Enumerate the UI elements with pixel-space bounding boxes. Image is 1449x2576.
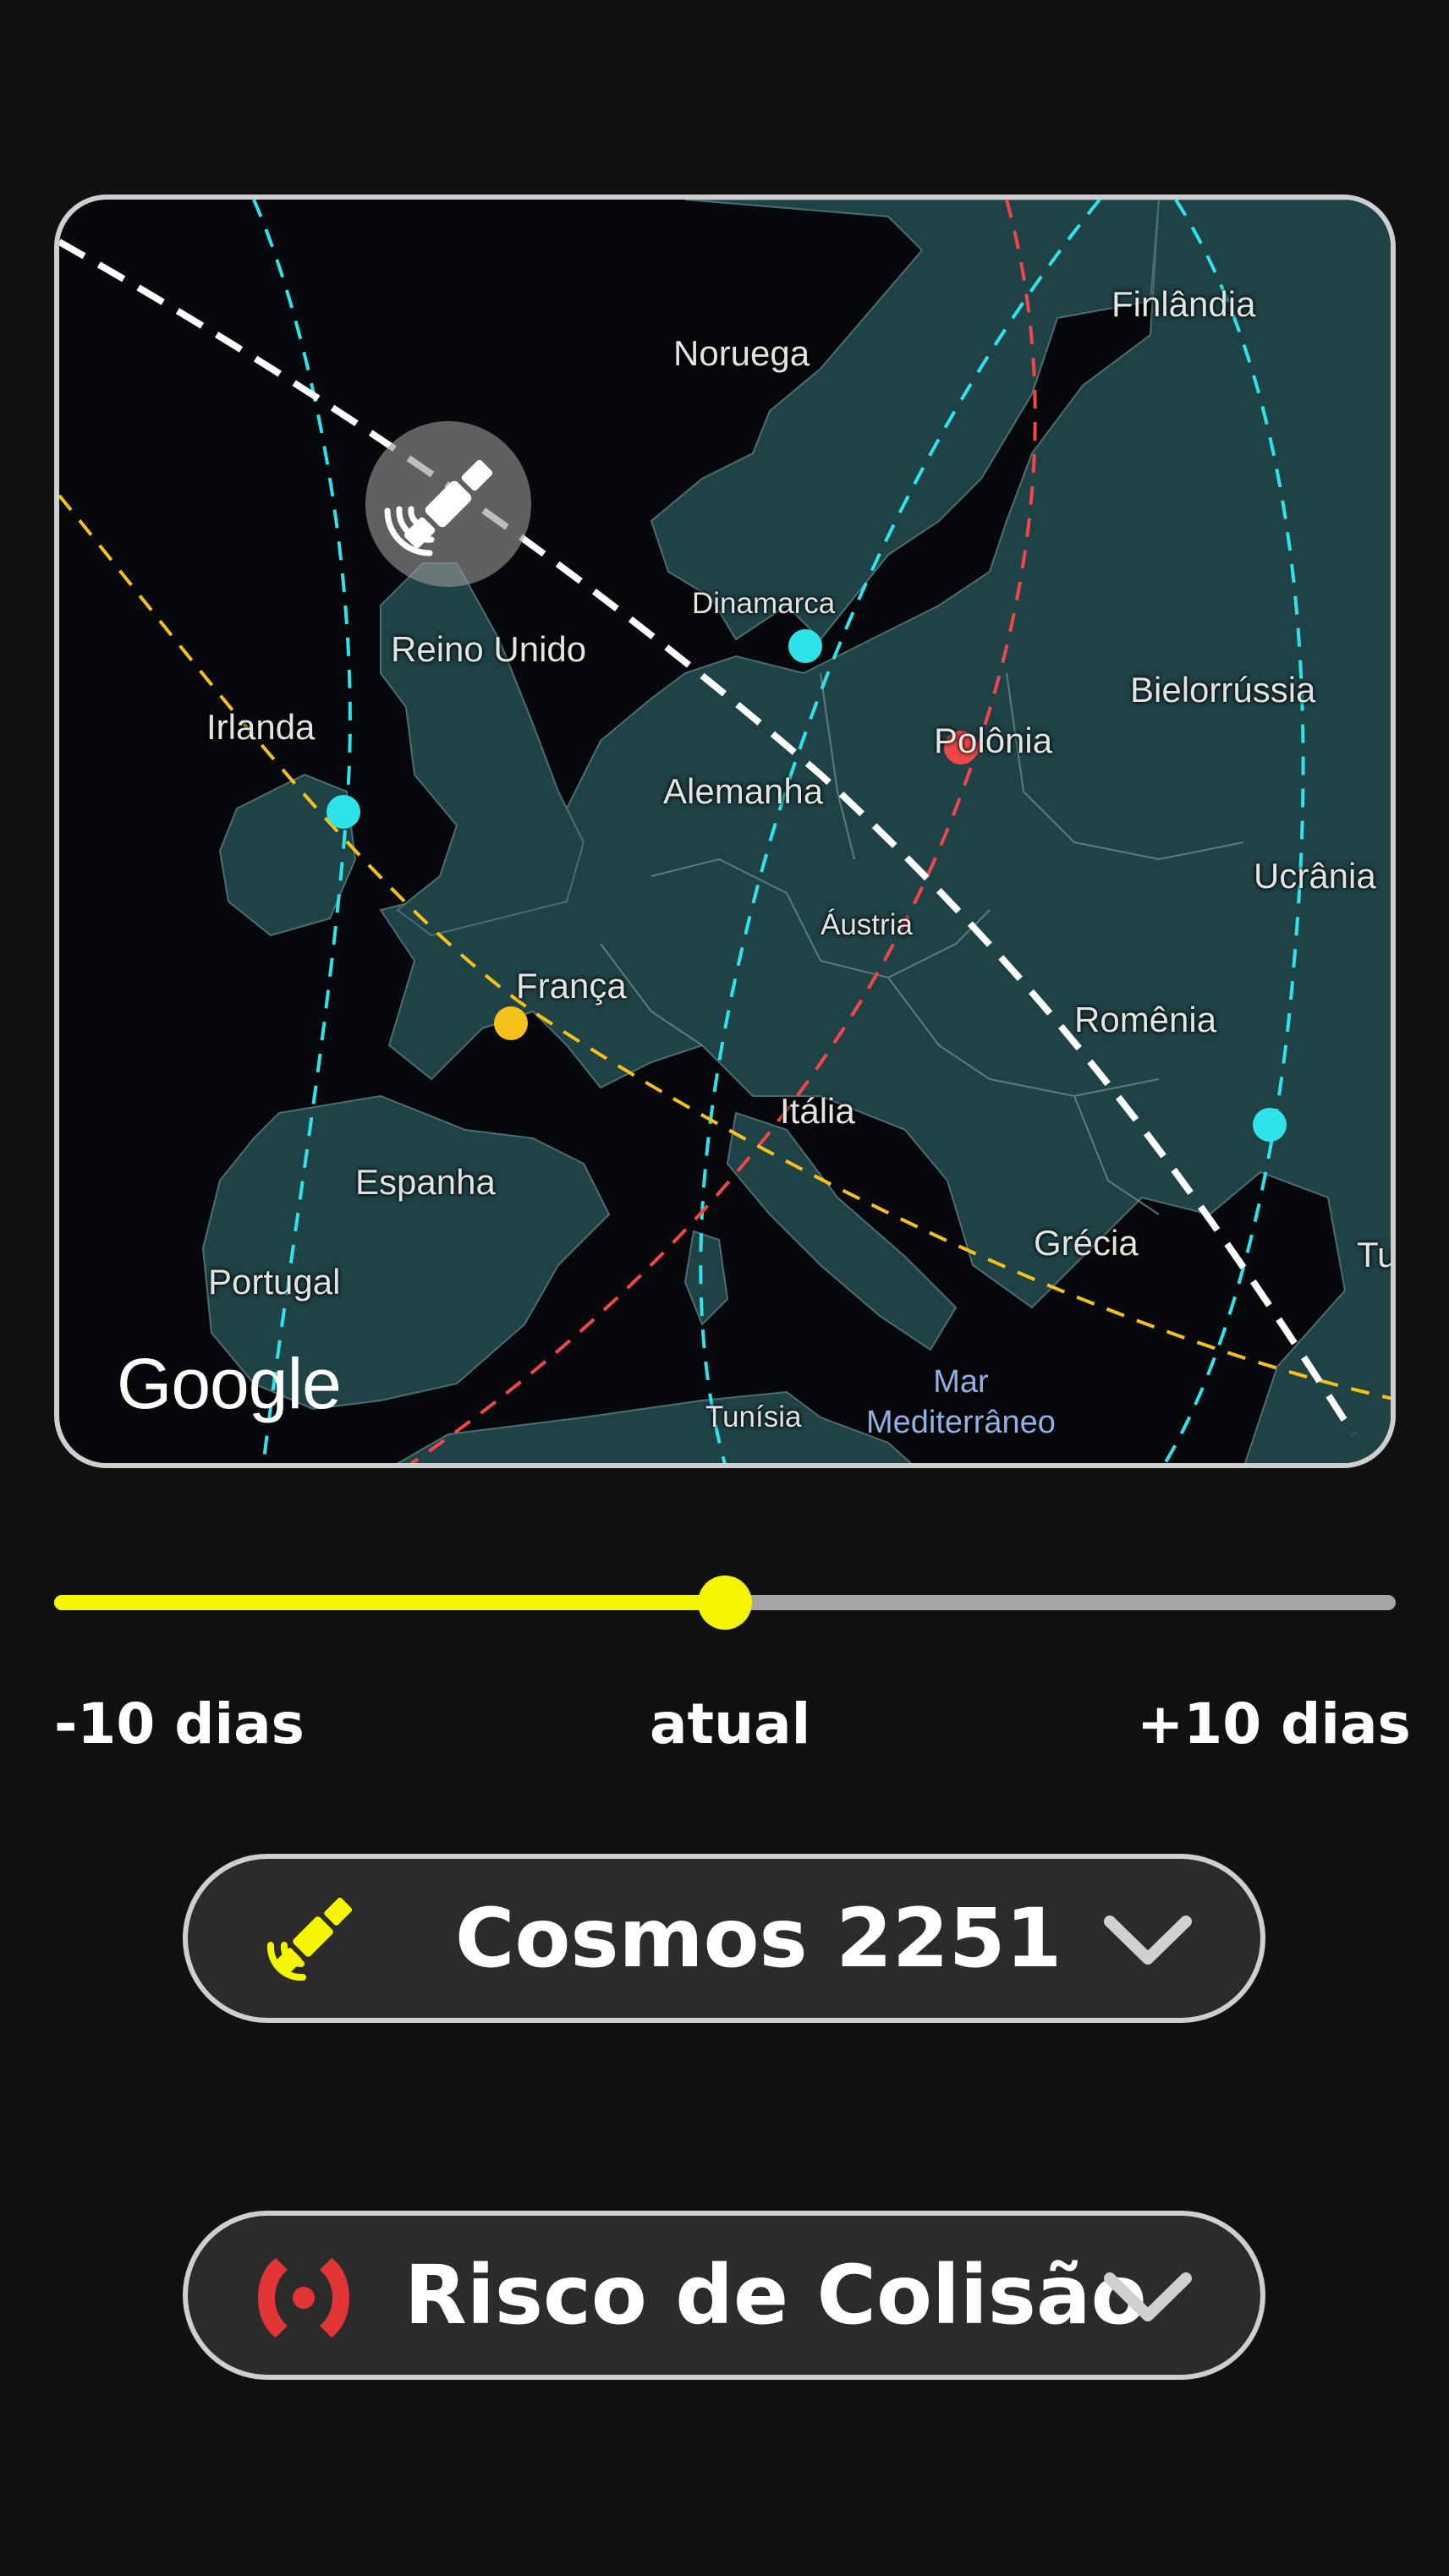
chevron-down-icon <box>1104 2272 1192 2321</box>
sea-label-line-2: Mediterrâneo <box>866 1405 1056 1440</box>
place-mar-mediterraneo: Mar Mediterrâneo <box>866 1362 1056 1443</box>
satellite-dot-cyan <box>327 795 360 829</box>
satellite-dot-yellow <box>494 1006 528 1040</box>
sea-label-line-1: Mar <box>933 1364 989 1400</box>
land-uk <box>380 562 585 937</box>
place-ucrania: Ucrânia <box>1254 856 1376 896</box>
place-romenia: Romênia <box>1074 1000 1217 1039</box>
satellite-dot-cyan <box>788 629 822 663</box>
land-africa <box>396 1390 913 1463</box>
place-dinamarca: Dinamarca <box>692 587 836 620</box>
place-alemanha: Alemanha <box>663 771 824 811</box>
collision-signal-icon <box>258 2258 349 2338</box>
risk-select-label: Risco de Colisão <box>404 2248 1147 2343</box>
place-italia: Itália <box>780 1091 855 1131</box>
place-finlandia: Finlândia <box>1111 284 1256 324</box>
slider-current-label: atual <box>650 1691 811 1757</box>
chevron-down-icon <box>1104 1916 1192 1965</box>
place-noruega: Noruega <box>673 333 810 373</box>
slider-max-label: +10 dias <box>1137 1691 1411 1757</box>
land-islands <box>683 1230 729 1326</box>
orbit-map[interactable]: Noruega Finlândia Dinamarca Reino Unido … <box>54 195 1396 1468</box>
place-polonia: Polônia <box>934 721 1053 760</box>
slider-track-fill <box>54 1595 725 1610</box>
slider-min-label: -10 dias <box>54 1691 305 1757</box>
place-tunisia: Tunísia <box>705 1400 802 1433</box>
place-austria: Áustria <box>821 908 913 941</box>
risk-select[interactable]: Risco de Colisão <box>183 2211 1265 2380</box>
place-grecia: Grécia <box>1034 1223 1139 1263</box>
place-espanha: Espanha <box>355 1162 496 1202</box>
place-bielorrussia: Bielorrússia <box>1130 670 1316 710</box>
satellite-select-label: Cosmos 2251 <box>455 1891 1062 1986</box>
satellite-dot-cyan <box>1253 1108 1287 1142</box>
slider-thumb[interactable] <box>698 1576 752 1630</box>
satellite-icon <box>266 1897 353 1981</box>
place-franca: França <box>516 966 627 1006</box>
satellite-icon <box>384 459 493 556</box>
place-portugal: Portugal <box>208 1262 341 1302</box>
google-logo: Google <box>117 1344 342 1423</box>
place-reino-unido: Reino Unido <box>391 629 587 669</box>
selected-satellite-marker[interactable] <box>365 421 531 587</box>
place-turquia: Tu <box>1357 1235 1396 1274</box>
place-irlanda: Irlanda <box>206 707 316 747</box>
satellite-select[interactable]: Cosmos 2251 <box>183 1854 1265 2023</box>
timeline-slider[interactable] <box>54 1576 1396 1630</box>
